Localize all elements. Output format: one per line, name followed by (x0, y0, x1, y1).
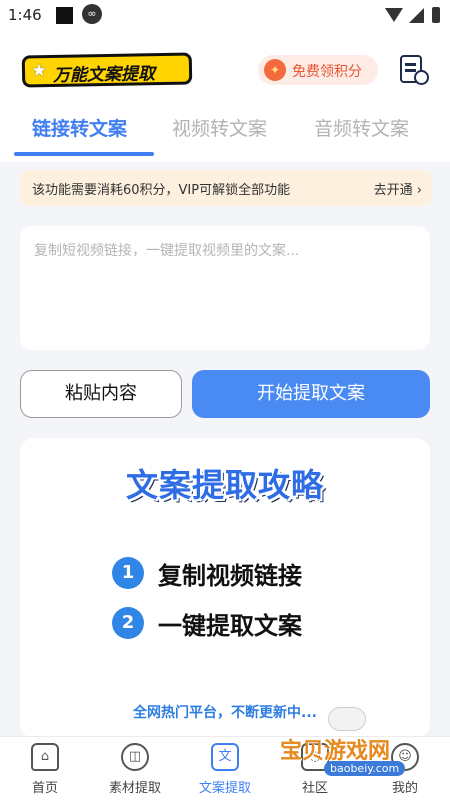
signal-icon (409, 8, 424, 23)
nav-text-extract[interactable]: 文 文案提取 (180, 737, 270, 800)
gamepad-icon (328, 707, 366, 731)
mode-tabs: 链接转文案 视频转文案 音频转文案 (0, 110, 450, 162)
gift-icon: ✦ (264, 59, 286, 81)
nav-material-extract[interactable]: ◫ 素材提取 (90, 737, 180, 800)
home-icon: ⌂ (31, 743, 59, 771)
paste-content-button[interactable]: 粘贴内容 (20, 370, 182, 418)
material-icon: ◫ (121, 743, 149, 771)
app-logo: ★ 万能文案提取 (21, 52, 193, 88)
app-notification-icon: ∞ (82, 4, 102, 24)
notification-square-icon (56, 7, 73, 24)
tab-link-to-text[interactable]: 链接转文案 (32, 114, 127, 141)
step-number-badge: 1 (112, 557, 144, 589)
step-number-badge: 2 (112, 607, 144, 639)
nav-label: 素材提取 (108, 781, 161, 796)
clock-icon (414, 70, 429, 85)
video-link-input[interactable] (34, 240, 416, 336)
extraction-guide-card: 文案提取攻略 1 复制视频链接 2 一键提取文案 全网热门平台，不断更新中... (20, 438, 430, 738)
active-tab-indicator (14, 152, 154, 156)
app-logo-text: 万能文案提取 (52, 64, 156, 86)
watermark-url: baobeiy.com (324, 761, 406, 776)
wifi-icon (385, 8, 403, 22)
status-bar: 1:46 ∞ (0, 0, 450, 32)
tab-video-to-text[interactable]: 视频转文案 (172, 114, 267, 141)
status-time: 1:46 (8, 6, 42, 24)
star-icon: ★ (30, 60, 48, 82)
site-watermark: 宝贝游戏网 baobeiy.com (280, 705, 430, 785)
tab-audio-to-text[interactable]: 音频转文案 (314, 114, 409, 141)
open-vip-link[interactable]: 去开通 › (374, 179, 422, 198)
link-input-card (20, 226, 430, 350)
vip-notice-banner: 该功能需要消耗60积分，VIP可解锁全部功能 去开通 › (20, 170, 432, 206)
vip-notice-text: 该功能需要消耗60积分，VIP可解锁全部功能 (32, 183, 291, 198)
history-button[interactable] (398, 53, 430, 87)
start-extract-button[interactable]: 开始提取文案 (192, 370, 430, 418)
nav-home[interactable]: ⌂ 首页 (0, 737, 90, 800)
nav-label: 文案提取 (198, 781, 251, 796)
step-text: 一键提取文案 (158, 612, 302, 640)
nav-label: 首页 (31, 781, 58, 796)
free-points-button[interactable]: ✦ 免费领积分 (258, 55, 378, 85)
free-points-label: 免费领积分 (292, 64, 362, 80)
text-extract-icon: 文 (211, 743, 239, 771)
guide-title: 文案提取攻略 (125, 466, 324, 504)
step-text: 复制视频链接 (158, 562, 302, 590)
battery-icon (432, 7, 440, 23)
